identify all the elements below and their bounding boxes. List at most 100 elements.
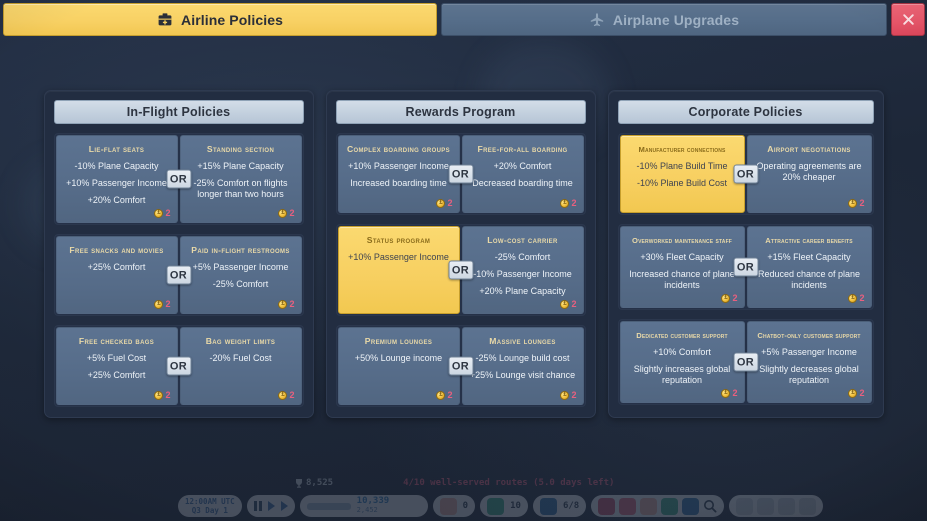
policy-card[interactable]: Dedicated Customer Support +10% Comfort … (619, 321, 745, 403)
policy-effect: Operating agreements are 20% cheaper (756, 161, 862, 182)
or-divider-badge[interactable]: OR (733, 164, 758, 184)
search-icon[interactable] (703, 499, 717, 513)
policy-effects: +25% Comfort (64, 262, 170, 273)
policy-card[interactable]: Free Checked Bags +5% Fuel Cost +25% Com… (55, 327, 178, 405)
coin-icon: £ (436, 198, 446, 208)
policies-dialog-screen: Airline Policies Airplane Upgrades In-Fl… (0, 0, 927, 521)
coin-icon: £ (560, 390, 570, 400)
policies-tool-icon[interactable] (598, 497, 616, 515)
stats-tool-icon[interactable] (661, 497, 679, 515)
policy-cost-value: 2 (165, 208, 171, 218)
fleet-tool-icon[interactable] (778, 497, 796, 515)
policy-cost-value: 2 (571, 390, 577, 400)
cargo-icon (439, 497, 457, 515)
policy-card[interactable]: Free-for-all Boarding +20% Comfort Decre… (461, 135, 584, 213)
policy-effect: +20% Plane Capacity (479, 286, 566, 296)
policy-effect: +5% Passenger Income (192, 262, 289, 272)
mail-icon (539, 497, 557, 515)
hud-cargo-group[interactable]: 0 (432, 495, 476, 517)
policy-card[interactable]: Overworked Maintenance Staff +30% Fleet … (619, 226, 745, 308)
policy-card[interactable]: Standing Section +15% Plane Capacity -25… (179, 135, 302, 223)
tab-airline-policies[interactable]: Airline Policies (3, 3, 437, 36)
policy-card[interactable]: Complex Boarding Groups +10% Passenger I… (337, 135, 460, 213)
mail-count: 6/8 (562, 501, 580, 511)
hud-money-group[interactable]: 10,339 2,452 (299, 495, 428, 517)
tab-label: Airline Policies (181, 11, 283, 28)
or-divider-badge[interactable]: OR (448, 356, 473, 376)
policy-effects: -10% Plane Capacity +10% Passenger Incom… (64, 161, 170, 206)
reports-tool-icon[interactable] (640, 497, 658, 515)
policy-card[interactable]: Premium Lounges +50% Lounge income £ 2 (337, 327, 460, 405)
or-divider-badge[interactable]: OR (448, 260, 473, 280)
routes-tool-icon[interactable] (619, 497, 637, 515)
alerts-tool-icon[interactable] (757, 497, 775, 515)
network-tool-icon[interactable] (736, 497, 754, 515)
policy-cost-badge: £ 2 (560, 390, 577, 400)
policy-effects: +10% Passenger Income Increased boarding… (346, 161, 452, 189)
policy-effect: +25% Comfort (87, 262, 146, 272)
policy-card[interactable]: Massive Lounges -25% Lounge build cost +… (461, 327, 584, 405)
policy-title: Manufacturer Connections (638, 145, 726, 154)
policy-card[interactable]: Attractive Career benefits +15% Fleet Ca… (746, 226, 872, 308)
hud-world-group[interactable]: 10 (480, 495, 528, 517)
policy-cost-badge: £ 2 (278, 208, 295, 218)
policy-effect: +10% Passenger Income (348, 252, 449, 262)
policy-card[interactable]: Airport Negotiations Operating agreement… (746, 135, 872, 213)
policy-effect: +30% Fleet Capacity (640, 252, 724, 262)
policy-card[interactable]: Low-Cost Carrier -25% Comfort -10% Passe… (461, 226, 584, 314)
policy-card-selected[interactable]: Status Program +10% Passenger Income (337, 226, 460, 314)
policy-card[interactable]: Bag Weight Limits -20% Fuel Cost £ 2 (179, 327, 302, 405)
cargo-count: 0 (462, 501, 469, 511)
or-divider-badge[interactable]: OR (733, 257, 758, 277)
policy-effects: +50% Lounge income (346, 353, 452, 364)
pause-icon[interactable] (253, 501, 262, 511)
play-icon[interactable] (267, 501, 275, 511)
policy-column-corporate: Corporate Policies Manufacturer Connecti… (607, 90, 884, 418)
policy-card-selected[interactable]: Manufacturer Connections -10% Plane Buil… (619, 135, 745, 213)
policy-cost-badge: £ 2 (721, 388, 738, 398)
game-hud: 8,525 4/10 well-served routes (5.0 days … (0, 476, 927, 521)
hud-clock-group[interactable]: 12:00AM UTC Q3 Day 1 (178, 495, 242, 517)
coin-icon: £ (848, 388, 858, 398)
policy-effects: +20% Comfort Decreased boarding time (470, 161, 576, 189)
close-button[interactable] (891, 3, 925, 36)
coin-icon: £ (278, 390, 288, 400)
routes-objective: 4/10 well-served routes (5.0 days left) (403, 478, 615, 488)
hud-speed-group[interactable] (246, 495, 295, 517)
policy-effects: +10% Passenger Income (346, 252, 452, 263)
policy-card[interactable]: Chatbot-only Customer Support +5% Passen… (746, 321, 872, 403)
or-divider-badge[interactable]: OR (166, 265, 191, 285)
or-divider-badge[interactable]: OR (448, 164, 473, 184)
policy-row: Lie-flat Seats -10% Plane Capacity +10% … (53, 133, 304, 225)
or-divider-badge[interactable]: OR (166, 356, 191, 376)
policy-row: Free Snacks and Movies +25% Comfort £ 2 … (53, 234, 304, 316)
policy-row: Complex Boarding Groups +10% Passenger I… (335, 133, 586, 215)
policy-title: Status Program (366, 235, 431, 245)
policy-effect: -25% Lounge build cost (475, 353, 570, 363)
policy-card[interactable]: Free Snacks and Movies +25% Comfort £ 2 (55, 236, 178, 314)
hud-mail-group[interactable]: 6/8 (532, 495, 587, 517)
settings-tool-icon[interactable] (799, 497, 817, 515)
policy-card[interactable]: Paid In-Flight Restrooms +5% Passenger I… (179, 236, 302, 314)
policy-cost-badge: £ 2 (721, 293, 738, 303)
policy-row: Premium Lounges +50% Lounge income £ 2 M… (335, 325, 586, 407)
policy-effect: +5% Fuel Cost (86, 353, 147, 363)
score-value: 8,525 (306, 478, 334, 488)
trophy-icon (296, 478, 302, 488)
policy-title: Free Checked Bags (78, 336, 155, 346)
tab-airplane-upgrades[interactable]: Airplane Upgrades (441, 3, 887, 36)
policy-title: Paid In-Flight Restrooms (191, 245, 290, 255)
policy-effect: -25% Comfort (494, 252, 551, 262)
or-divider-badge[interactable]: OR (166, 169, 191, 189)
policy-card[interactable]: Lie-flat Seats -10% Plane Capacity +10% … (55, 135, 178, 223)
fast-forward-icon[interactable] (280, 501, 288, 511)
policy-effect: -10% Plane Build Time (636, 161, 728, 171)
or-divider-badge[interactable]: OR (733, 352, 758, 372)
policy-cost-value: 2 (859, 293, 865, 303)
policy-effect: +5% Passenger Income (761, 347, 857, 357)
coin-icon: £ (154, 208, 164, 218)
policy-row: Dedicated Customer Support +10% Comfort … (617, 319, 874, 405)
policy-title: Airport Negotiations (767, 144, 851, 154)
policy-column-rewards: Rewards Program Complex Boarding Groups … (325, 90, 596, 418)
map-pin-tool-icon[interactable] (682, 497, 700, 515)
